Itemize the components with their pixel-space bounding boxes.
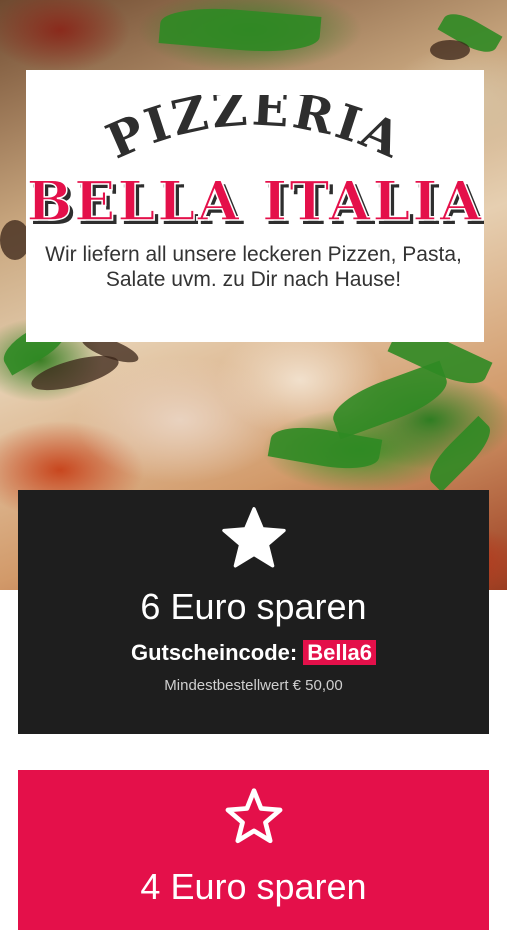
pizzeria-logo: PIZZERIA BELLA ITALIA BELLA ITALIA [26,80,486,237]
tagline: Wir liefern all unsere leckeren Pizzen, … [45,243,462,291]
title-card: PIZZERIA BELLA ITALIA BELLA ITALIA [26,70,486,342]
minimum-order: Mindestbestellwert € 50,00 [164,677,343,694]
offer-card-6-euro[interactable]: 6 Euro sparen Gutscheincode: Bella6 Minde… [18,490,489,734]
coupon-code-label: Gutscheincode: [130,640,298,665]
logo-line1: PIZZERIA [98,80,408,170]
offer-title: 4 Euro sparen [140,866,367,907]
star-outline-icon [225,788,282,844]
star-filled-icon [221,507,286,568]
svg-text:PIZZERIA: PIZZERIA [98,95,411,170]
offer-title: 6 Euro sparen [140,586,367,627]
logo: PIZZERIA BELLA ITALIA BELLA ITALIA [26,80,486,250]
coupon-code[interactable]: Bella6 [303,640,377,665]
coupon-code-line: Gutscheincode: Bella6 [18,640,489,666]
offer-card-4-euro[interactable]: 4 Euro sparen [18,770,489,930]
logo-line2: BELLA ITALIA [27,169,484,233]
